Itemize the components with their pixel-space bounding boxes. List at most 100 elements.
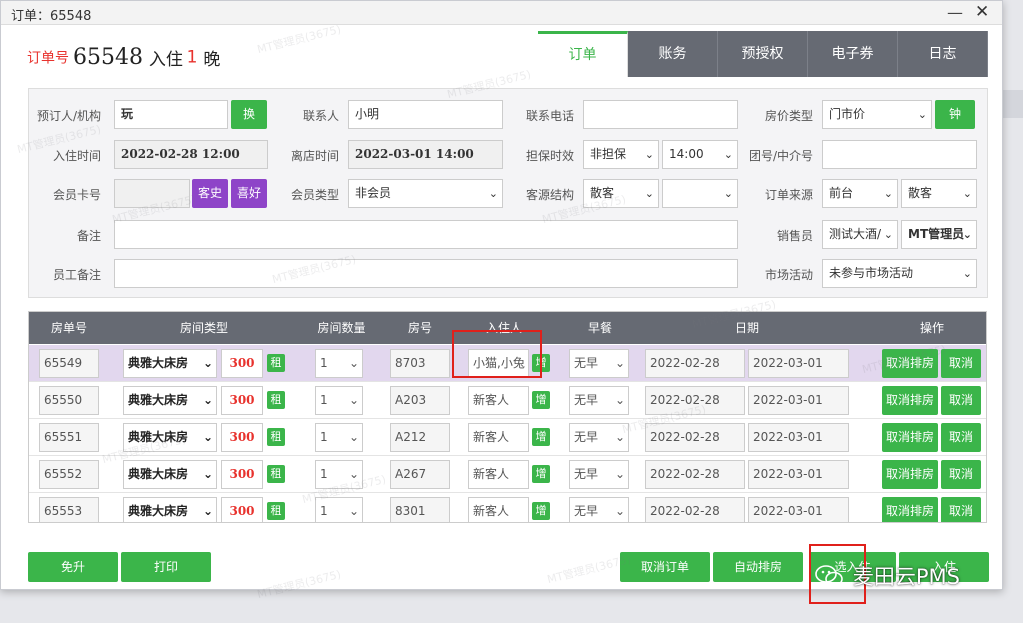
table-row[interactable]: 65549 典雅大床房 ⌄ 300 租 1 ⌄ 8703 小猫,小兔增无早 ⌄ 2022-02-28… — [29, 345, 986, 382]
phone-input[interactable] — [583, 100, 738, 129]
breakfast-select[interactable]: 无早 ⌄ — [569, 497, 629, 522]
tab-log[interactable]: 日志 — [898, 31, 988, 77]
room-qty-select[interactable]: 1 ⌄ — [315, 423, 363, 452]
room-type-select[interactable]: 典雅大床房 ⌄ — [123, 460, 217, 489]
guest-input[interactable]: 新客人 — [468, 423, 529, 452]
room-no-input[interactable]: 8703 — [390, 349, 450, 378]
auto-assign-button[interactable]: 自动排房 — [713, 552, 803, 582]
cancel-room-button[interactable]: 取消 — [941, 423, 981, 452]
rate-type-select[interactable]: 门市价 ⌄ — [822, 100, 932, 129]
tab-ecoupon[interactable]: 电子券 — [808, 31, 898, 77]
booker-input[interactable]: 玩 — [114, 100, 228, 129]
room-price-input[interactable]: 300 — [221, 386, 263, 415]
staff-remark-input[interactable] — [114, 259, 738, 288]
table-row[interactable]: 65550 典雅大床房 ⌄ 300 租 1 ⌄ A203 新客人增 无早 ⌄ 2022-02-28 20… — [29, 382, 986, 419]
tab-accounts[interactable]: 账务 — [628, 31, 718, 77]
table-row[interactable]: 65553 典雅大床房 ⌄ 300 租 1 ⌄ 8301 新客人增无早 ⌄ 2022-02-28 20… — [29, 493, 986, 522]
date-to-input[interactable]: 2022-03-01 — [748, 386, 849, 415]
room-type-select[interactable]: 典雅大床房 ⌄ — [123, 497, 217, 522]
cancel-room-button[interactable]: 取消 — [941, 386, 981, 415]
cancel-assign-button[interactable]: 取消排房 — [882, 349, 938, 378]
source-structure-select-2[interactable]: ⌄ — [662, 179, 738, 208]
order-source-select-2[interactable]: 散客 ⌄ — [901, 179, 977, 208]
minimize-icon[interactable]: — — [947, 3, 963, 22]
date-to-input[interactable]: 2022-03-01 — [748, 349, 849, 378]
room-order-cell: 65550 — [39, 386, 99, 415]
guest-history-button[interactable]: 客史 — [192, 179, 228, 208]
add-guest-button[interactable]: 增 — [532, 428, 550, 446]
cancel-room-button[interactable]: 取消 — [941, 460, 981, 489]
cancel-room-button[interactable]: 取消 — [941, 349, 981, 378]
remark-input[interactable] — [114, 220, 738, 249]
date-from-input[interactable]: 2022-02-28 — [645, 497, 745, 522]
rent-button[interactable]: 租 — [267, 465, 285, 483]
cancel-assign-button[interactable]: 取消排房 — [882, 386, 938, 415]
tab-preauth[interactable]: 预授权 — [718, 31, 808, 77]
room-type-select[interactable]: 典雅大床房 ⌄ — [123, 386, 217, 415]
date-from-input[interactable]: 2022-02-28 — [645, 386, 745, 415]
date-from-input[interactable]: 2022-02-28 — [645, 423, 745, 452]
upgrade-button[interactable]: 免升 — [28, 552, 118, 582]
sales-select[interactable]: 测试大酒/⌄ — [822, 220, 898, 249]
print-button[interactable]: 打印 — [121, 552, 211, 582]
market-activity-select[interactable]: 未参与市场活动 ⌄ — [822, 259, 977, 288]
add-guest-button[interactable]: 增 — [532, 502, 550, 520]
col-room-type: 房间类型 — [179, 321, 228, 335]
room-no-input[interactable]: A212 — [390, 423, 450, 452]
close-icon[interactable]: ✕ — [975, 2, 989, 22]
cancel-assign-button[interactable]: 取消排房 — [882, 460, 938, 489]
tab-order[interactable]: 订单 — [538, 31, 628, 77]
room-qty-select[interactable]: 1 ⌄ — [315, 460, 363, 489]
rent-button[interactable]: 租 — [267, 354, 285, 372]
date-to-input[interactable]: 2022-03-01 — [748, 497, 849, 522]
breakfast-select[interactable]: 无早 ⌄ — [569, 349, 629, 378]
room-type-select[interactable]: 典雅大床房 ⌄ — [123, 349, 217, 378]
room-price-input[interactable]: 300 — [221, 497, 263, 522]
room-price-input[interactable]: 300 — [221, 423, 263, 452]
room-no-input[interactable]: A267 — [390, 460, 450, 489]
member-card-input[interactable] — [114, 179, 190, 208]
cancel-order-button[interactable]: 取消订单 — [620, 552, 710, 582]
date-from-input[interactable]: 2022-02-28 — [645, 349, 745, 378]
order-source-select[interactable]: 前台 ⌄ — [822, 179, 898, 208]
guest-input[interactable]: 新客人 — [468, 386, 529, 415]
member-type-select[interactable]: 非会员 ⌄ — [348, 179, 503, 208]
rent-button[interactable]: 租 — [267, 502, 285, 520]
date-to-input[interactable]: 2022-03-01 — [748, 460, 849, 489]
guarantee-select[interactable]: 非担保 ⌄ — [583, 140, 659, 169]
guest-input[interactable]: 小猫,小兔 — [468, 349, 529, 378]
breakfast-select[interactable]: 无早 ⌄ — [569, 386, 629, 415]
room-type-select[interactable]: 典雅大床房 ⌄ — [123, 423, 217, 452]
room-qty-select[interactable]: 1 ⌄ — [315, 349, 363, 378]
checkin-time-input[interactable]: 2022-02-28 12:00 — [114, 140, 268, 169]
room-no-input[interactable]: A203 — [390, 386, 450, 415]
cancel-room-button[interactable]: 取消 — [941, 497, 981, 522]
room-price-input[interactable]: 300 — [221, 460, 263, 489]
cancel-assign-button[interactable]: 取消排房 — [882, 497, 938, 522]
add-guest-button[interactable]: 增 — [532, 354, 550, 372]
room-no-input[interactable]: 8301 — [390, 497, 450, 522]
contact-input[interactable]: 小明 — [348, 100, 503, 129]
rent-button[interactable]: 租 — [267, 391, 285, 409]
cancel-assign-button[interactable]: 取消排房 — [882, 423, 938, 452]
source-structure-select[interactable]: 散客 ⌄ — [583, 179, 659, 208]
room-price-input[interactable]: 300 — [221, 349, 263, 378]
group-no-input[interactable] — [822, 140, 977, 169]
date-to-input[interactable]: 2022-03-01 — [748, 423, 849, 452]
guest-input[interactable]: 新客人 — [468, 497, 529, 522]
breakfast-select[interactable]: 无早 ⌄ — [569, 460, 629, 489]
breakfast-select[interactable]: 无早 ⌄ — [569, 423, 629, 452]
sales-select-2[interactable]: MT管理员 ⌄ — [901, 220, 977, 249]
guarantee-time-select[interactable]: 14:00 ⌄ — [662, 140, 738, 169]
add-guest-button[interactable]: 增 — [532, 465, 550, 483]
hourly-button[interactable]: 钟 — [935, 100, 975, 129]
date-from-input[interactable]: 2022-02-28 — [645, 460, 745, 489]
add-guest-button[interactable]: 增 — [532, 391, 550, 409]
rent-button[interactable]: 租 — [267, 428, 285, 446]
checkout-time-input[interactable]: 2022-03-01 14:00 — [348, 140, 503, 169]
room-qty-select[interactable]: 1 ⌄ — [315, 497, 363, 522]
table-row[interactable]: 65551 典雅大床房 ⌄ 300 租 1 ⌄ A212 新客人增无早 ⌄ 2022-02-28 20… — [29, 419, 986, 456]
table-row[interactable]: 65552 典雅大床房 ⌄ 300 租 1 ⌄ A267 新客人增无早 ⌄ 2022-02-28 20… — [29, 456, 986, 493]
room-qty-select[interactable]: 1 ⌄ — [315, 386, 363, 415]
guest-input[interactable]: 新客人 — [468, 460, 529, 489]
